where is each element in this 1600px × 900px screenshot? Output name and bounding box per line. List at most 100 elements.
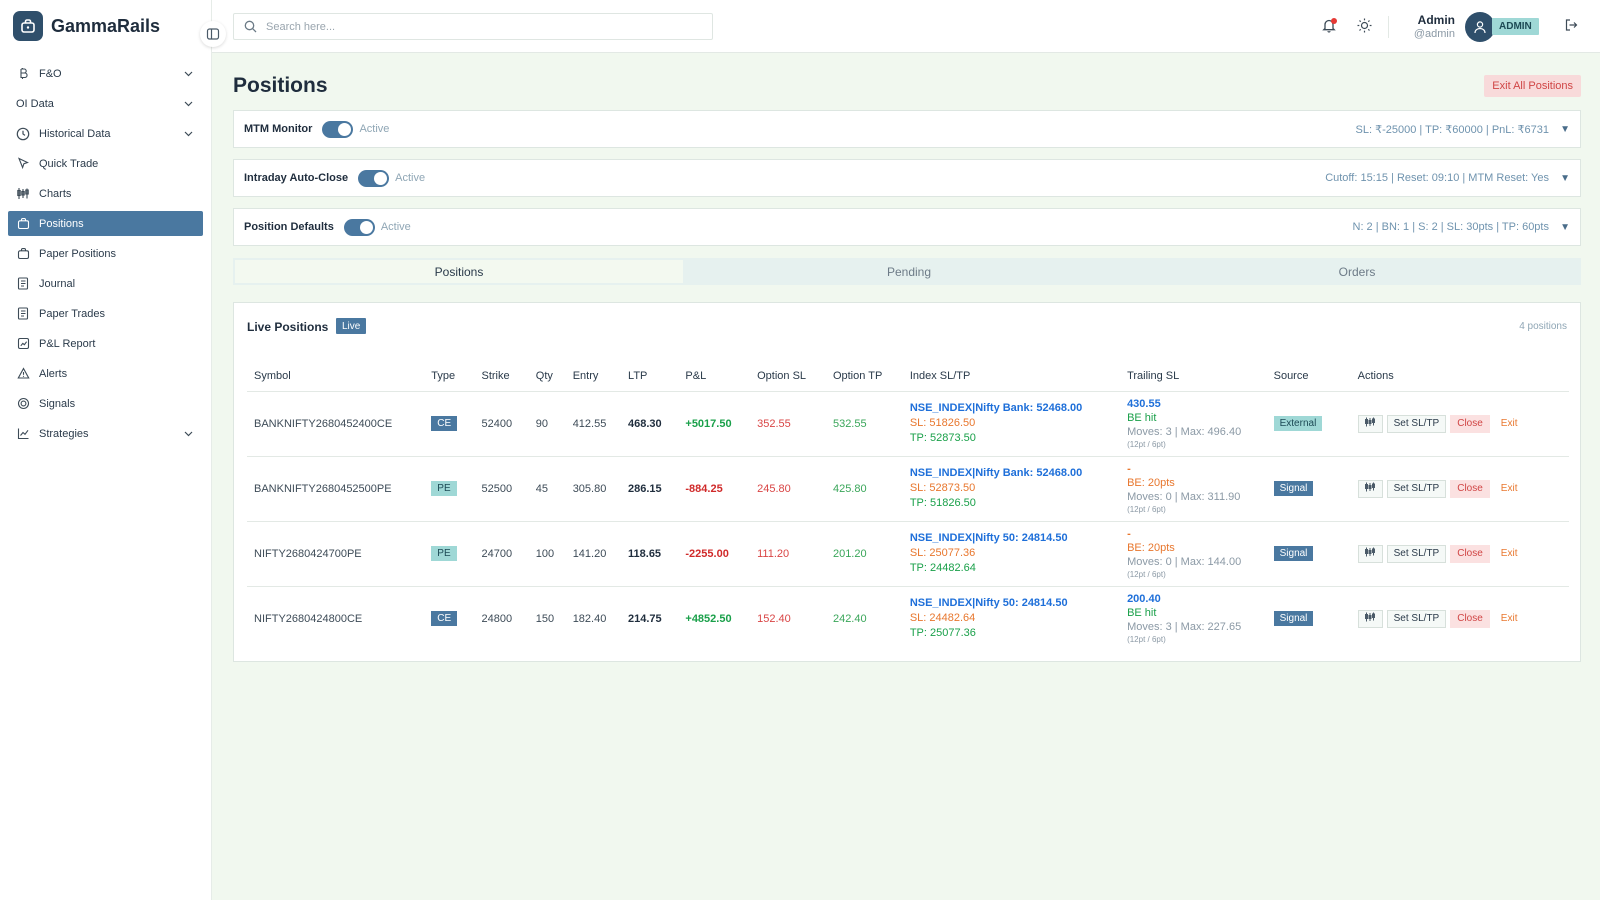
sidebar-item-positions[interactable]: Positions <box>8 211 203 236</box>
active-toggle[interactable] <box>322 120 354 138</box>
tab-pending[interactable]: Pending <box>685 258 1133 285</box>
column-header[interactable]: Option TP <box>825 361 903 392</box>
panel-toggle-icon <box>206 28 220 40</box>
sidebar-item-strategies[interactable]: Strategies <box>8 421 203 446</box>
actions-cell: Set SL/TP Close Exit <box>1350 456 1569 522</box>
sidebar-item-label: F&O <box>39 67 62 80</box>
search-box[interactable] <box>233 13 713 40</box>
chevron-down-icon[interactable] <box>184 68 193 80</box>
config-panel-intraday-auto-close[interactable]: Intraday Auto-Close Active Cutoff: 15:15 |… <box>233 159 1581 197</box>
notification-dot <box>1331 18 1337 24</box>
config-state: Active <box>395 172 426 184</box>
sidebar-item-signals[interactable]: Signals <box>8 391 203 416</box>
strategy-icon <box>16 427 30 441</box>
toggle-knob <box>374 171 388 185</box>
sidebar-collapse-button[interactable] <box>200 21 226 47</box>
search-input[interactable] <box>266 20 686 33</box>
column-header[interactable]: Trailing SL <box>1120 361 1267 392</box>
close-button[interactable]: Close <box>1450 414 1490 433</box>
source-badge: Signal <box>1273 546 1314 561</box>
caret-down-icon[interactable]: ▼ <box>1560 173 1570 184</box>
strike-cell: 24700 <box>474 521 529 587</box>
active-toggle[interactable] <box>358 169 390 187</box>
ltp-cell: 468.30 <box>621 391 679 457</box>
source-cell: Signal <box>1267 586 1351 651</box>
column-header[interactable]: Entry <box>565 361 622 392</box>
column-header[interactable]: Source <box>1266 361 1351 392</box>
topbar: Admin @admin ADMIN <box>212 0 1600 53</box>
active-toggle[interactable] <box>343 218 375 236</box>
column-header[interactable]: Type <box>424 361 475 392</box>
search-icon <box>244 20 257 33</box>
chart-button[interactable] <box>1357 414 1383 433</box>
source-cell: Signal <box>1266 521 1351 587</box>
tab-positions[interactable]: Positions <box>235 260 683 283</box>
close-button[interactable]: Close <box>1450 544 1490 563</box>
sidebar-item-historical-data[interactable]: Historical Data <box>8 121 203 146</box>
sidebar-item-p-l-report[interactable]: P&L Report <box>8 331 203 356</box>
column-header[interactable]: Qty <box>528 361 566 392</box>
table-row[interactable]: NIFTY2680424700PE PE 24700 100 141.20 118.65-… <box>247 521 1569 587</box>
sidebar-item-f-o[interactable]: F&O <box>8 61 203 86</box>
candles-icon <box>1364 547 1376 560</box>
sidebar-item-alerts[interactable]: Alerts <box>8 361 203 386</box>
table-row[interactable]: BANKNIFTY2680452500PE PE 52500 45 305.80 286.… <box>247 456 1569 522</box>
index-sltp-cell: NSE_INDEX|Nifty Bank: 52468.00 SL: 52873.… <box>902 456 1121 522</box>
sidebar-item-label: P&L Report <box>39 337 96 350</box>
set-sltp-button[interactable]: Set SL/TP <box>1386 414 1447 433</box>
exit-button[interactable]: Exit <box>1496 415 1523 433</box>
chevron-down-icon[interactable] <box>184 98 193 110</box>
set-sltp-button[interactable]: Set SL/TP <box>1386 479 1447 498</box>
sidebar-item-quick-trade[interactable]: Quick Trade <box>8 151 203 176</box>
sidebar-item-paper-positions[interactable]: Paper Positions <box>8 241 203 266</box>
candles-icon <box>1364 417 1376 430</box>
chevron-down-icon[interactable] <box>184 428 193 440</box>
pnl-cell: -884.25 <box>678 456 751 522</box>
close-button[interactable]: Close <box>1450 609 1490 628</box>
column-header[interactable]: P&L <box>678 361 751 392</box>
exit-button[interactable]: Exit <box>1496 480 1523 498</box>
sidebar-item-label: Positions <box>39 217 84 230</box>
column-header[interactable]: Symbol <box>247 361 425 392</box>
config-panel-mtm-monitor[interactable]: MTM Monitor Active SL: ₹-25000 | TP: ₹6000… <box>233 110 1581 148</box>
theme-sun-icon[interactable] <box>1357 18 1372 36</box>
option-tp-cell: 201.20 <box>825 521 903 587</box>
chart-button[interactable] <box>1357 479 1383 498</box>
column-header[interactable]: Index SL/TP <box>902 361 1121 392</box>
column-header[interactable]: Option SL <box>750 361 826 392</box>
candles-icon <box>16 187 30 201</box>
sidebar-item-oi-data[interactable]: OI Data <box>8 91 203 116</box>
exit-button[interactable]: Exit <box>1496 545 1523 563</box>
notebook-icon <box>16 307 30 321</box>
table-row[interactable]: NIFTY2680424800CE CE 24800 150 182.40 214.75 +… <box>247 586 1569 651</box>
avatar[interactable] <box>1465 12 1495 42</box>
sidebar-item-charts[interactable]: Charts <box>8 181 203 206</box>
trailing-step: (12pt / 6pt) <box>1127 439 1166 449</box>
trailing-value: 430.55 <box>1127 397 1161 410</box>
table-row[interactable]: BANKNIFTY2680452400CE CE 52400 90 412.55 468.… <box>247 391 1569 457</box>
sidebar-item-label: Charts <box>39 187 72 200</box>
column-header[interactable]: LTP <box>621 361 679 392</box>
logout-icon[interactable] <box>1564 18 1578 35</box>
tab-orders[interactable]: Orders <box>1133 258 1581 285</box>
exit-button[interactable]: Exit <box>1496 610 1523 628</box>
cursor-icon <box>16 157 30 171</box>
set-sltp-button[interactable]: Set SL/TP <box>1386 609 1447 628</box>
user-handle: @admin <box>1413 28 1455 40</box>
caret-down-icon[interactable]: ▼ <box>1560 222 1570 233</box>
config-panel-position-defaults[interactable]: Position Defaults Active N: 2 | BN: 1 | S:… <box>233 208 1581 246</box>
brand[interactable]: GammaRails <box>0 0 211 52</box>
chevron-down-icon[interactable] <box>184 128 193 140</box>
column-header[interactable]: Strike <box>474 361 529 392</box>
exit-all-positions-button[interactable]: Exit All Positions <box>1484 75 1581 97</box>
sidebar-item-journal[interactable]: Journal <box>8 271 203 296</box>
chart-button[interactable] <box>1357 544 1383 563</box>
chart-button[interactable] <box>1357 609 1383 628</box>
index-value: NSE_INDEX|Nifty Bank: 52468.00 <box>909 467 1083 479</box>
sidebar-item-paper-trades[interactable]: Paper Trades <box>8 301 203 326</box>
close-button[interactable]: Close <box>1450 479 1490 498</box>
set-sltp-button[interactable]: Set SL/TP <box>1386 544 1447 563</box>
index-sl: SL: 52873.50 <box>909 482 976 494</box>
column-header[interactable]: Actions <box>1350 361 1569 392</box>
caret-down-icon[interactable]: ▼ <box>1560 124 1570 135</box>
